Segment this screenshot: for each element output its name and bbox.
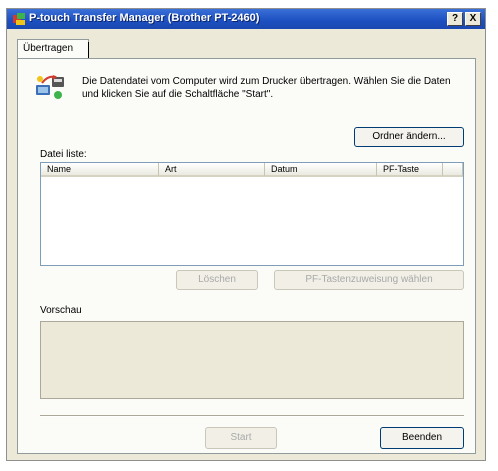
column-header-pf-key[interactable]: PF-Taste [377,163,443,177]
transfer-manager-window: P-touch Transfer Manager (Brother PT-246… [6,8,486,461]
column-header-filler [443,163,463,177]
column-header-name[interactable]: Name [41,163,159,177]
close-button[interactable]: X [465,12,481,26]
help-button[interactable]: ? [447,12,463,26]
delete-button[interactable]: Löschen [176,270,258,290]
select-pf-key-button[interactable]: PF-Tastenzuweisung wählen [274,270,464,290]
tab-transfer[interactable]: Übertragen [17,39,89,59]
preview-area [40,321,464,399]
transfer-icon [36,75,64,99]
exit-button[interactable]: Beenden [380,427,464,449]
app-icon [13,13,25,25]
divider [40,415,464,417]
change-folder-button[interactable]: Ordner ändern... [354,127,464,147]
window-title: P-touch Transfer Manager (Brother PT-246… [29,12,260,24]
column-header-type[interactable]: Art [159,163,265,177]
preview-label: Vorschau [40,305,82,316]
file-list-label: Datei liste: [40,149,87,160]
title-bar[interactable]: P-touch Transfer Manager (Brother PT-246… [7,9,485,29]
info-text: Die Datendatei vom Computer wird zum Dru… [82,76,451,100]
column-header-date[interactable]: Datum [265,163,377,177]
start-button[interactable]: Start [205,427,277,449]
tab-panel: Die Datendatei vom Computer wird zum Dru… [17,58,476,454]
file-list[interactable]: Name Art Datum PF-Taste [40,162,464,266]
